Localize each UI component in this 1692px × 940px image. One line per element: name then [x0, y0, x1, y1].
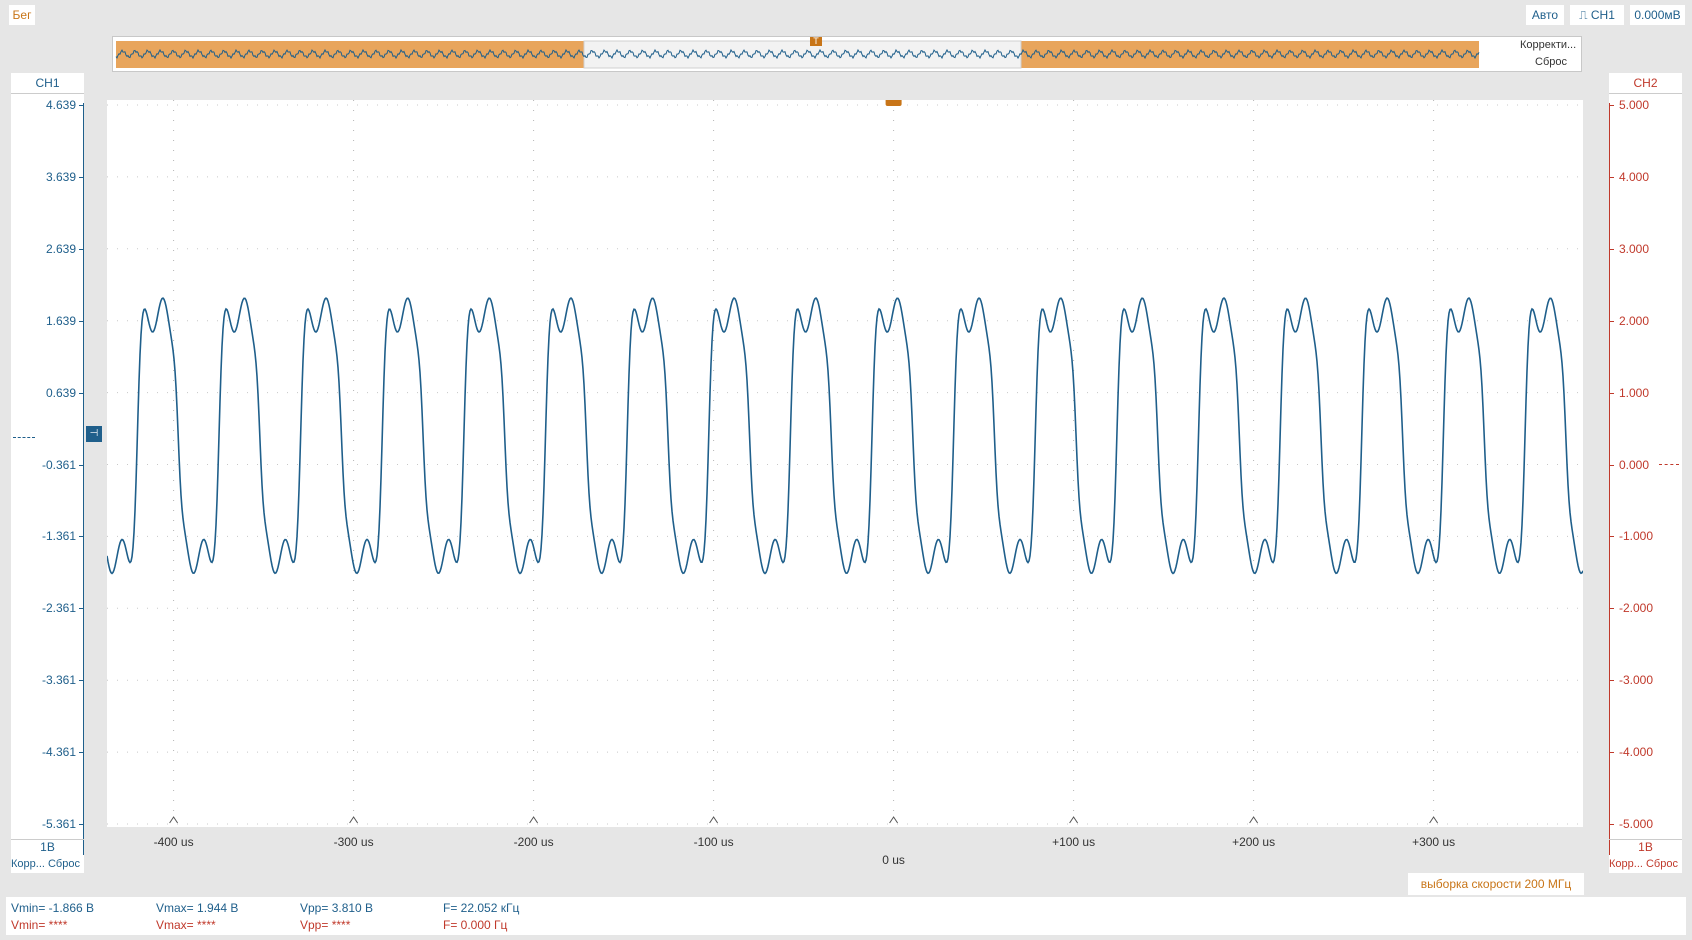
ch2-vpp: Vpp= **** — [300, 918, 351, 932]
ch1-vpp: Vpp= 3.810 В — [300, 901, 374, 915]
x-tick-marker — [889, 816, 899, 824]
ch2-scale[interactable]: 1В — [1609, 839, 1682, 854]
x-tick-label: -100 us — [693, 835, 734, 849]
overview-reset-button[interactable]: Сброс — [1535, 56, 1567, 68]
overview-svg: T — [115, 37, 1480, 69]
trigger-mode-button[interactable]: Авто — [1526, 5, 1564, 25]
y-tick-label: 5.000 — [1619, 98, 1650, 112]
overview-window-left — [116, 41, 584, 68]
y-tick-label: 4.000 — [1619, 169, 1650, 184]
rising-edge-icon: ⎍ — [1579, 8, 1588, 22]
x-tick-label: +100 us — [1052, 835, 1096, 849]
ch2-freq: F= 0.000 Гц — [443, 918, 508, 932]
ch2-axis-panel: CH2 5.000 4.000 3.000 2.000 1.000 0.000 -1.000… — [1609, 73, 1682, 873]
ch2-vmin: Vmin= **** — [11, 918, 68, 932]
x-tick-label: -300 us — [333, 835, 374, 849]
x-tick-label: -200 us — [513, 835, 554, 849]
x-tick-marker — [709, 816, 719, 824]
x-tick-marker — [349, 816, 359, 824]
trigger-marker-icon — [885, 100, 902, 106]
y-tick-label: -3.000 — [1619, 673, 1654, 688]
y-tick-label: -5.000 — [1619, 817, 1654, 831]
ch1-axis-title[interactable]: CH1 — [11, 73, 84, 94]
y-tick-label: -5.361 — [41, 817, 76, 831]
ch1-footer[interactable]: Корр... Сброс — [11, 858, 84, 870]
ch2-footer[interactable]: Корр... Сброс — [1609, 858, 1682, 870]
x-tick-label: +300 us — [1412, 835, 1456, 849]
y-tick-label: -2.000 — [1619, 601, 1654, 616]
plot-area[interactable] — [107, 100, 1583, 827]
trigger-channel-label: CH1 — [1590, 8, 1615, 22]
ch1-axis-panel: CH1 4.639 3.639 2.639 1.639 0.639 -0.361 -1.36… — [11, 73, 84, 873]
x-tick-marker — [529, 816, 539, 824]
y-tick-label: 1.639 — [45, 313, 76, 328]
ch1-freq: F= 22.052 кГц — [443, 901, 520, 915]
y-tick-label: 2.639 — [45, 241, 76, 256]
y-tick-label: 2.000 — [1619, 313, 1650, 328]
y-tick-label: 0.639 — [45, 385, 76, 400]
x-tick-marker — [169, 816, 179, 824]
y-tick-label: -4.361 — [41, 745, 76, 760]
ch2-axis-line — [1609, 103, 1610, 855]
y-tick-label: -2.361 — [41, 601, 76, 616]
ch1-vmax: Vmax= 1.944 В — [156, 901, 239, 915]
y-tick-label: 1.000 — [1619, 385, 1650, 400]
y-tick-label: -1.361 — [41, 529, 76, 544]
ch1-zero-dashes — [13, 437, 35, 438]
x-tick-label: 0 us — [882, 853, 905, 867]
overview-window-right — [1021, 41, 1479, 68]
y-tick-label: -1.000 — [1619, 529, 1654, 544]
measurement-panel: Vmin= -1.866 В Vmax= 1.944 В Vpp= 3.810 … — [6, 897, 1686, 935]
overview-correct-button[interactable]: Корректи... — [1520, 39, 1576, 51]
ch2-vmax: Vmax= **** — [156, 918, 216, 932]
ch2-zero-dashes — [1659, 464, 1679, 465]
waveform-plot — [107, 100, 1583, 825]
ch1-vmin: Vmin= -1.866 В — [11, 901, 95, 915]
overview-strip[interactable]: T Корректи... Сброс — [112, 36, 1582, 72]
x-tick-marker — [1429, 816, 1439, 824]
ch1-offset-marker-icon[interactable]: ⊣ — [86, 425, 102, 442]
y-tick-label: 4.639 — [45, 98, 76, 112]
y-tick-label: -0.361 — [41, 457, 76, 472]
sample-rate-label: выборка скорости 200 МГц — [1408, 873, 1584, 895]
x-tick-marker — [1249, 816, 1259, 824]
trigger-level-button[interactable]: 0.000мВ — [1630, 5, 1685, 25]
ch1-axis-line — [83, 103, 84, 855]
overview-view-box — [583, 40, 1022, 69]
x-tick-label: -400 us — [153, 835, 194, 849]
y-tick-label: -4.000 — [1619, 745, 1654, 760]
run-status[interactable]: Бег — [9, 5, 35, 25]
svg-text:T: T — [813, 37, 819, 46]
ch1-scale[interactable]: 1В — [11, 839, 84, 854]
y-tick-label: 3.639 — [45, 169, 76, 184]
ch1-waveform — [107, 297, 1583, 575]
ch2-axis-title[interactable]: CH2 — [1609, 73, 1682, 94]
y-tick-label: -3.361 — [41, 673, 76, 688]
y-tick-label: 3.000 — [1619, 241, 1650, 256]
y-tick-label: 0.000 — [1619, 457, 1650, 472]
x-tick-marker — [1069, 816, 1079, 824]
trigger-channel-button[interactable]: ⎍ CH1 — [1570, 5, 1624, 25]
x-tick-label: +200 us — [1232, 835, 1276, 849]
